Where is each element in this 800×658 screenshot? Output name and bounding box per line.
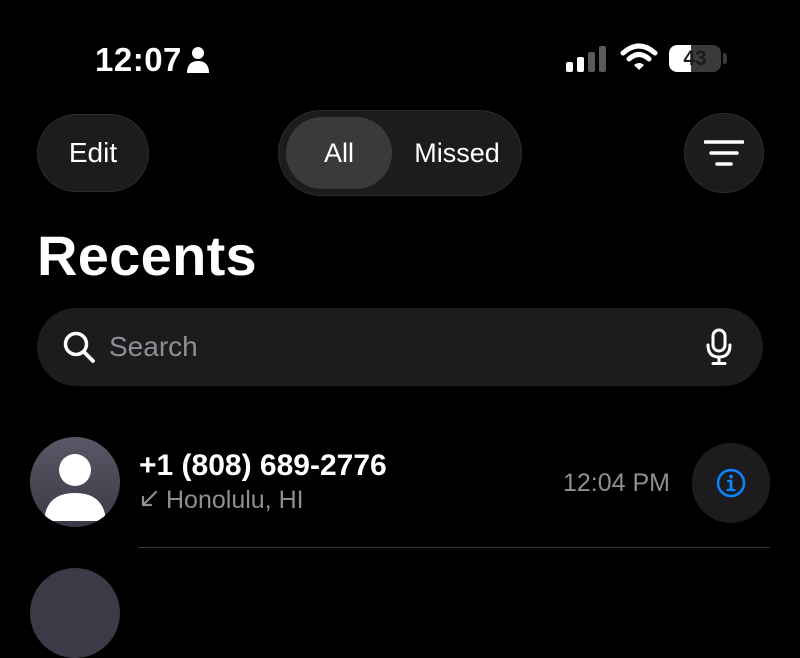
wifi-icon [620,43,658,70]
segment-missed[interactable]: Missed [399,117,515,189]
caller-number[interactable]: +1 (808) 689-2776 [139,448,387,484]
microphone-icon[interactable] [705,328,733,366]
status-time: 12:07 [95,41,182,78]
battery-cap [723,53,727,64]
search-input[interactable] [109,308,689,386]
edit-button[interactable]: Edit [37,114,149,192]
cellular-signal-icon [566,46,606,72]
filter-lines-icon [704,140,744,166]
page-title: Recents [37,224,257,287]
info-button[interactable] [692,443,770,523]
filter-button[interactable] [684,113,764,193]
person-focus-icon [187,47,209,73]
search-bar[interactable] [37,308,763,386]
person-placeholder-icon [44,454,106,521]
avatar[interactable] [30,437,120,527]
segment-all[interactable]: All [286,117,392,189]
next-row-avatar[interactable] [30,568,120,658]
call-time: 12:04 PM [563,469,671,497]
battery-indicator: 43 [669,45,721,72]
row-divider [139,547,770,548]
recents-filter-segmented-control: All Missed [278,110,522,196]
magnifying-glass-icon [63,331,95,363]
battery-percentage: 43 [683,47,707,70]
info-circle-icon [716,468,746,498]
incoming-arrow-icon [141,490,158,507]
caller-location: Honolulu, HI [166,486,304,514]
